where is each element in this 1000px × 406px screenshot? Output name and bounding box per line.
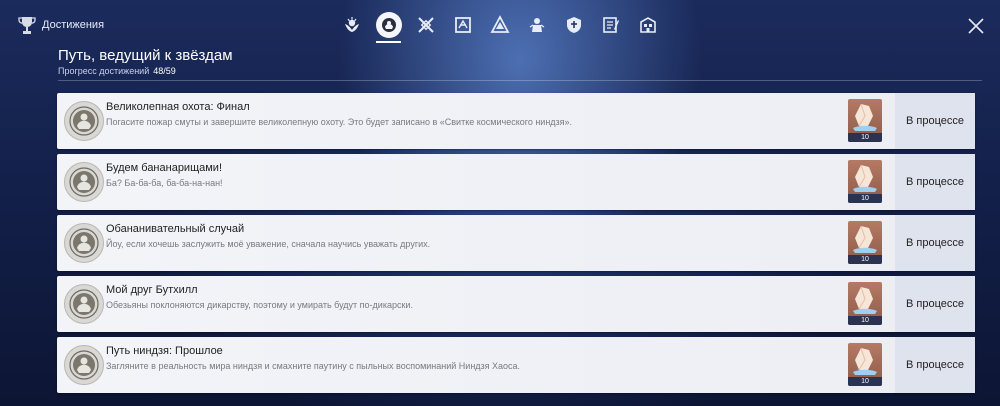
status-badge: В процессе (895, 337, 975, 393)
achievement-description: Погасите пожар смуты и завершите великол… (106, 117, 573, 127)
crystal-icon (853, 103, 877, 131)
status-badge: В процессе (895, 154, 975, 210)
category-tabs (333, 10, 666, 44)
reward-item[interactable]: 10 (848, 99, 882, 142)
status-badge: В процессе (895, 93, 975, 149)
trophy-icon (18, 17, 36, 34)
reward-item[interactable]: 10 (848, 160, 882, 203)
progress-value: 48/59 (153, 66, 176, 76)
triangle-emblem-icon (490, 15, 509, 33)
crystal-icon (853, 164, 877, 192)
achievement-title: Великолепная охота: Финал (106, 101, 250, 113)
achievement-description: Йоу, если хочешь заслужить моё уважение,… (106, 239, 431, 249)
achievement-description: Обезьяны поклоняются дикарству, поэтому … (106, 300, 413, 310)
tab-swords[interactable] (407, 10, 444, 40)
ninja-emblem-icon (69, 228, 99, 258)
achievement-title: Обананивательный случай (106, 223, 245, 235)
achievement-title: Путь ниндзя: Прошлое (106, 345, 223, 357)
achievement-title: Будем бананарищами! (106, 162, 223, 174)
reward-item[interactable]: 10 (848, 343, 882, 386)
reward-quantity: 10 (848, 316, 882, 325)
top-bar: Достижения (0, 0, 1000, 50)
reward-item[interactable]: 10 (848, 221, 882, 264)
reward-quantity: 10 (848, 133, 882, 142)
achievement-list: Великолепная охота: Финал Погасите пожар… (57, 93, 975, 398)
tab-scroll[interactable] (592, 10, 629, 40)
screen-title: Достижения (42, 19, 105, 31)
achievement-card[interactable]: Великолепная охота: Финал Погасите пожар… (57, 93, 975, 149)
scroll-emblem-icon (602, 17, 619, 33)
ninja-emblem-icon (69, 106, 99, 136)
crossed-swords-icon (417, 17, 434, 33)
achievement-badge (64, 223, 104, 263)
tab-rune[interactable] (444, 10, 481, 40)
reward-quantity: 10 (848, 377, 882, 386)
close-icon[interactable] (966, 16, 986, 36)
crystal-icon (853, 286, 877, 314)
reward-quantity: 10 (848, 194, 882, 203)
achievement-badge (64, 284, 104, 324)
progress-label: Прогресс достижений (58, 66, 150, 76)
achievement-badge (64, 345, 104, 385)
shield-emblem-icon (566, 17, 581, 33)
achievement-badge (64, 162, 104, 202)
tab-tower[interactable] (518, 10, 555, 40)
tab-flower[interactable] (333, 10, 370, 40)
achievement-card[interactable]: Мой друг Бутхилл Обезьяны поклоняются ди… (57, 276, 975, 332)
achievement-card[interactable]: Путь ниндзя: Прошлое Загляните в реально… (57, 337, 975, 393)
tab-triangle[interactable] (481, 10, 518, 40)
ninja-emblem-icon (381, 18, 396, 32)
achievement-card[interactable]: Будем бананарищами! Ба? Ба-ба-ба, ба-ба-… (57, 154, 975, 210)
tower-emblem-icon (529, 18, 544, 32)
ninja-emblem-icon (69, 350, 99, 380)
achievement-badge (64, 101, 104, 141)
rune-card-icon (454, 17, 471, 33)
achievement-progress: Прогресс достижений 48/59 (58, 66, 176, 76)
crystal-icon (853, 347, 877, 375)
status-badge: В процессе (895, 215, 975, 271)
achievement-card[interactable]: Обананивательный случай Йоу, если хочешь… (57, 215, 975, 271)
building-emblem-icon (639, 17, 656, 33)
crystal-icon (853, 225, 877, 253)
reward-quantity: 10 (848, 255, 882, 264)
achievement-description: Загляните в реальность мира ниндзя и сма… (106, 361, 521, 371)
tab-shield[interactable] (555, 10, 592, 40)
ninja-emblem-icon (69, 289, 99, 319)
status-badge: В процессе (895, 276, 975, 332)
section-heading: Путь, ведущий к звёздам (58, 47, 233, 64)
tab-building[interactable] (629, 10, 666, 40)
flower-emblem-icon (344, 17, 359, 32)
achievement-description: Ба? Ба-ба-ба, ба-ба-на-нан! (106, 178, 223, 188)
divider (58, 80, 982, 81)
reward-item[interactable]: 10 (848, 282, 882, 325)
tab-ninja[interactable] (370, 10, 407, 43)
achievement-title: Мой друг Бутхилл (106, 284, 198, 296)
ninja-emblem-icon (69, 167, 99, 197)
